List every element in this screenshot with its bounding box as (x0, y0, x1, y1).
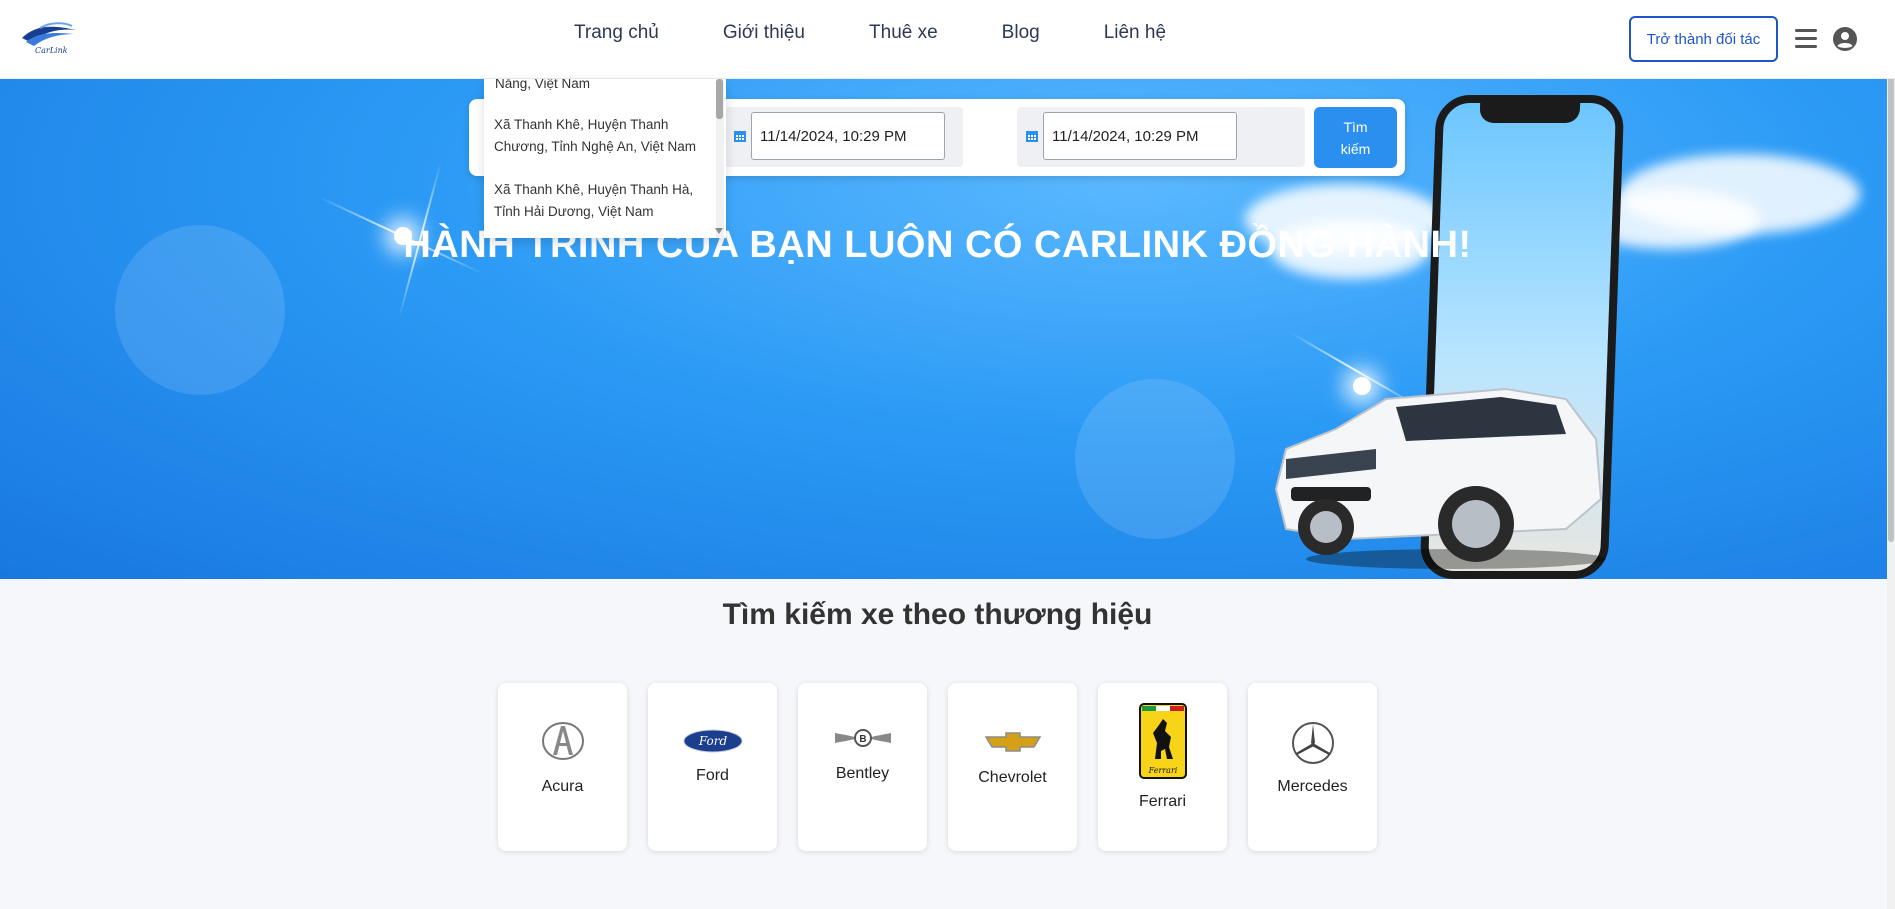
location-option[interactable]: Xã Thanh Khê, Huyện Thanh Hà, Tỉnh Hải D… (494, 179, 704, 223)
nav-contact[interactable]: Liên hệ (1104, 22, 1166, 44)
ferrari-logo-icon: Ferrari (1098, 703, 1227, 779)
brands-section-title: Tìm kiếm xe theo thương hiệu (722, 598, 1153, 631)
brand-name: Ferrari (1138, 793, 1187, 810)
dropdown-scrollbar-thumb[interactable] (716, 79, 723, 119)
calendar-icon (1026, 131, 1038, 142)
acura-logo-icon (498, 721, 627, 761)
brand-name: Ford (696, 767, 729, 784)
chevrolet-logo-icon (948, 731, 1077, 753)
hamburger-menu-icon[interactable] (1795, 29, 1817, 49)
pickup-datetime-input[interactable]: 11/14/2024, 10:29 PM (751, 112, 945, 160)
return-datetime-input[interactable]: 11/14/2024, 10:29 PM (1043, 112, 1237, 160)
scroll-down-arrow-icon[interactable] (715, 228, 723, 234)
page-scrollbar-thumb[interactable] (1888, 2, 1894, 542)
logo-text: CarLink (35, 46, 68, 55)
brand-card-chevrolet[interactable]: Chevrolet (948, 683, 1077, 851)
location-suggestions-dropdown: Nẵng, Việt Nam Xã Thanh Khê, Huyện Thanh… (484, 79, 726, 238)
search-button[interactable]: Tìm kiếm (1314, 107, 1397, 168)
location-option[interactable]: Nẵng, Việt Nam (495, 79, 705, 95)
site-header: CarLink Trang chủ Giới thiệu Thuê xe Blo… (0, 0, 1895, 79)
nav-blog[interactable]: Blog (1002, 22, 1040, 44)
nav-about[interactable]: Giới thiệu (723, 22, 805, 44)
mercedes-logo-icon (1248, 721, 1377, 765)
ford-logo-icon: Ford (648, 729, 777, 753)
brand-card-ferrari[interactable]: Ferrari Ferrari (1098, 683, 1227, 851)
brand-card-mercedes[interactable]: Mercedes (1248, 683, 1377, 851)
hero-title: HÀNH TRÌNH CỦA BẠN LUÔN CÓ CARLINK ĐỒNG … (403, 224, 1472, 266)
calendar-icon (734, 131, 746, 142)
brand-name: Acura (541, 778, 584, 795)
brand-card-ford[interactable]: Ford Ford (648, 683, 777, 851)
become-partner-button[interactable]: Trở thành đối tác (1629, 16, 1778, 62)
main-nav: Trang chủ Giới thiệu Thuê xe Blog Liên h… (574, 0, 1230, 65)
nav-rent-car[interactable]: Thuê xe (869, 22, 938, 44)
brand-card-bentley[interactable]: B Bentley (798, 683, 927, 851)
svg-text:Ford: Ford (697, 734, 727, 748)
brand-name: Bentley (835, 765, 890, 782)
svg-text:Ferrari: Ferrari (1147, 766, 1177, 775)
brand-name: Mercedes (1277, 778, 1348, 795)
nav-home[interactable]: Trang chủ (574, 22, 659, 44)
white-suv-illustration (1274, 387, 1606, 569)
svg-text:B: B (859, 734, 866, 745)
user-account-icon[interactable] (1833, 27, 1857, 51)
pickup-date-group: 11/14/2024, 10:29 PM (725, 107, 963, 167)
brand-name: Chevrolet (978, 769, 1047, 786)
location-option[interactable]: Xã Thanh Khê, Huyện Thanh Chương, Tỉnh N… (494, 114, 704, 158)
return-date-group: 11/14/2024, 10:29 PM (1017, 107, 1305, 167)
bentley-logo-icon: B (798, 727, 927, 749)
brand-card-acura[interactable]: Acura (498, 683, 627, 851)
lens-flare (1075, 379, 1235, 539)
